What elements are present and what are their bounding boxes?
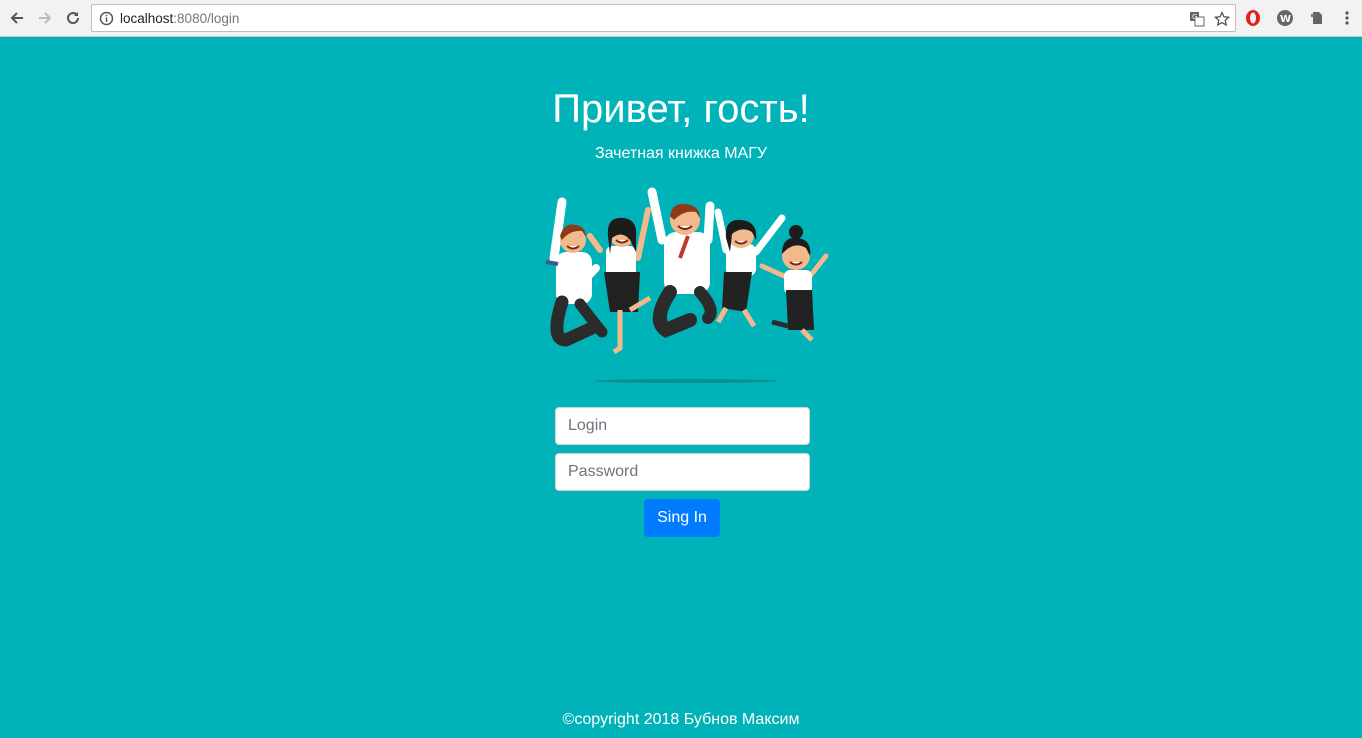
sign-in-button[interactable]: Sing In <box>644 499 720 537</box>
info-icon[interactable] <box>99 11 114 26</box>
footer-copyright: ©copyright 2018 Бубнов Максим <box>562 711 800 728</box>
url-path: :8080/login <box>173 11 240 26</box>
w-extension-icon[interactable]: W <box>1275 8 1295 28</box>
forward-button[interactable] <box>33 6 57 30</box>
back-button[interactable] <box>5 6 29 30</box>
svg-text:G: G <box>1192 13 1197 21</box>
opera-extension-icon[interactable] <box>1243 8 1263 28</box>
menu-kebab-icon[interactable] <box>1337 8 1357 28</box>
back-arrow-icon <box>10 12 23 24</box>
password-input[interactable] <box>555 453 810 491</box>
forward-arrow-icon <box>39 12 52 24</box>
login-input[interactable] <box>555 407 810 445</box>
url-host: localhost <box>120 11 174 26</box>
address-bar[interactable]: localhost:8080/login G <box>91 4 1236 32</box>
evernote-extension-icon[interactable] <box>1307 8 1327 28</box>
bookmark-star-icon[interactable] <box>1213 10 1231 28</box>
url-text: localhost:8080/login <box>120 11 239 26</box>
reload-icon <box>67 12 80 25</box>
browser-toolbar: localhost:8080/login G W <box>0 0 1362 37</box>
reload-button[interactable] <box>61 6 85 30</box>
page-title: Привет, гость! <box>552 87 810 131</box>
svg-text:W: W <box>1280 14 1291 25</box>
page-subtitle: Зачетная книжка МАГУ <box>594 145 768 162</box>
translate-icon[interactable]: G <box>1188 10 1206 28</box>
jumping-people-illustration <box>545 187 829 383</box>
